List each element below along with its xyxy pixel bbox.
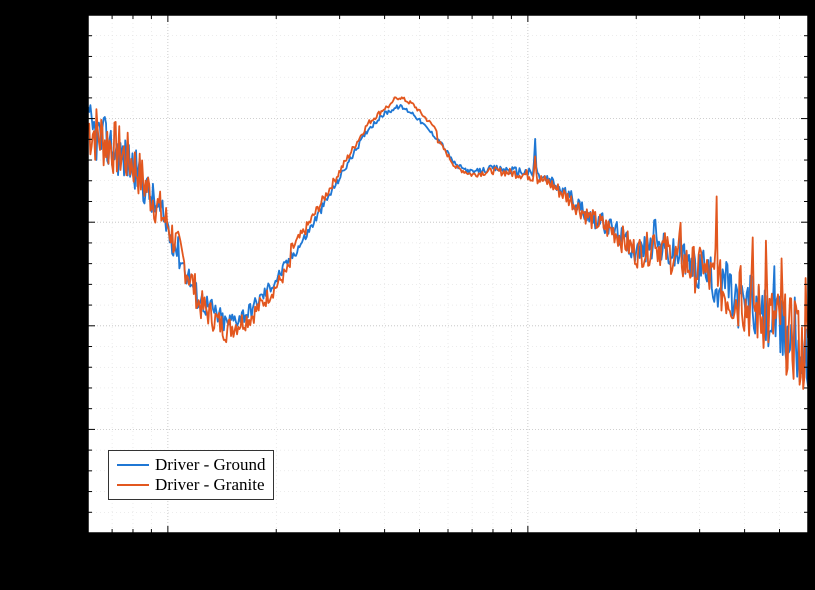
- chart-container: Driver - Ground Driver - Granite: [0, 0, 815, 590]
- legend-swatch-1: [117, 484, 149, 486]
- legend-label-0: Driver - Ground: [155, 455, 265, 475]
- legend-swatch-0: [117, 464, 149, 466]
- legend-row-0: Driver - Ground: [117, 455, 265, 475]
- chart-svg: [0, 0, 815, 590]
- legend-row-1: Driver - Granite: [117, 475, 265, 495]
- legend: Driver - Ground Driver - Granite: [108, 450, 274, 500]
- legend-label-1: Driver - Granite: [155, 475, 265, 495]
